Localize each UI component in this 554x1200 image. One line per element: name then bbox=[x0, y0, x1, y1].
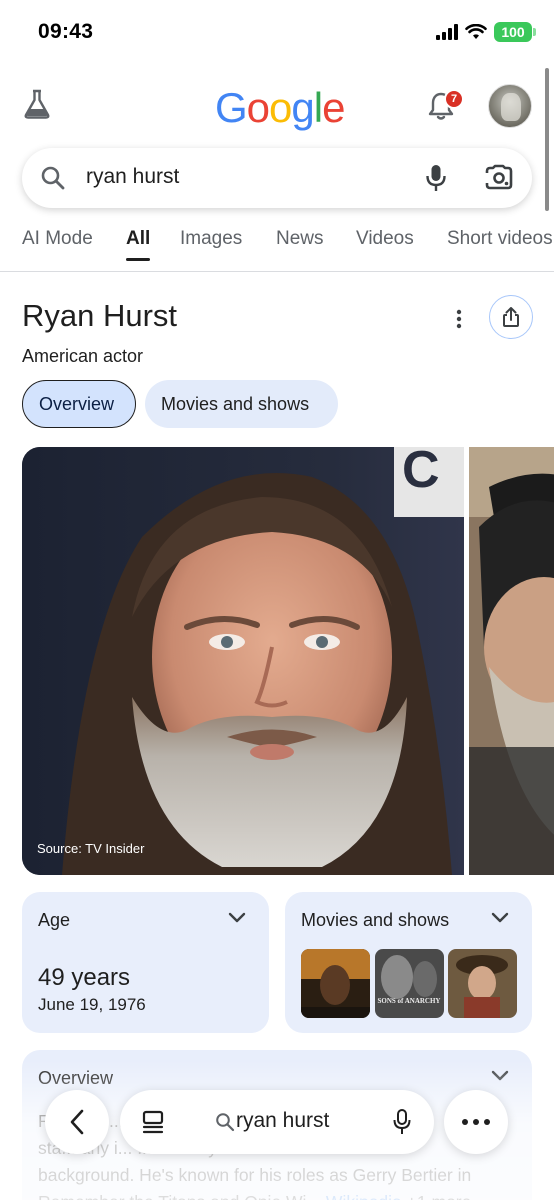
overview-line-with-links: Remember the Titans and Opie Wi... Wikip… bbox=[38, 1189, 518, 1200]
portrait-illustration: C bbox=[22, 447, 464, 875]
chevron-down-icon bbox=[491, 912, 509, 923]
more-sources-link[interactable]: +1 more bbox=[407, 1192, 472, 1200]
google-logo[interactable]: Google bbox=[215, 84, 345, 132]
voice-search-mic-icon[interactable] bbox=[392, 1108, 412, 1136]
movie-poster[interactable] bbox=[448, 949, 517, 1018]
more-options-icon[interactable] bbox=[449, 306, 469, 332]
poster-caption: SONS of ANARCHY bbox=[377, 997, 440, 1005]
age-label: Age bbox=[38, 910, 71, 930]
labs-flask-icon[interactable] bbox=[22, 88, 52, 120]
movies-and-shows-card[interactable]: Movies and shows SONS of ANARCHY bbox=[285, 892, 532, 1033]
chip-overview[interactable]: Overview bbox=[22, 380, 136, 428]
search-bar[interactable]: ryan hurst bbox=[22, 148, 532, 208]
search-icon bbox=[216, 1113, 235, 1132]
overview-line: Remember the Titans and Opie Wi... bbox=[38, 1192, 321, 1200]
poster-image bbox=[448, 949, 517, 1018]
wifi-icon bbox=[465, 24, 487, 39]
cellular-signal-icon bbox=[436, 24, 458, 40]
poster-image bbox=[301, 949, 370, 1018]
tab-news[interactable]: News bbox=[276, 228, 324, 250]
bottom-search-pill[interactable]: ryan hurst bbox=[120, 1090, 434, 1154]
movie-poster[interactable]: SONS of ANARCHY bbox=[375, 949, 444, 1018]
svg-text:C: C bbox=[402, 447, 440, 499]
logo-letter: o bbox=[246, 84, 270, 131]
tabs-overview-icon[interactable] bbox=[140, 1109, 166, 1135]
tab-all[interactable]: All bbox=[126, 228, 151, 261]
logo-letter: o bbox=[269, 84, 292, 131]
more-menu-button[interactable] bbox=[444, 1090, 508, 1154]
back-button[interactable] bbox=[45, 1090, 109, 1154]
birth-date: June 19, 1976 bbox=[38, 995, 146, 1014]
status-time: 09:43 bbox=[38, 20, 94, 43]
chevron-down-icon bbox=[228, 912, 246, 923]
entity-title: Ryan Hurst bbox=[22, 298, 178, 333]
voice-search-mic-icon[interactable] bbox=[424, 163, 448, 193]
logo-letter: g bbox=[291, 84, 314, 131]
battery-indicator: 100 bbox=[494, 22, 536, 42]
entity-photo-main[interactable]: C bbox=[22, 447, 464, 875]
app-header: Google 7 bbox=[0, 76, 554, 138]
chevron-left-icon bbox=[70, 1109, 84, 1135]
age-card[interactable]: Age 49 years June 19, 1976 bbox=[22, 892, 269, 1033]
tab-videos[interactable]: Videos bbox=[356, 228, 414, 250]
logo-letter: l bbox=[313, 84, 323, 131]
search-input[interactable]: ryan hurst bbox=[86, 165, 179, 189]
tab-short-videos[interactable]: Short videos bbox=[447, 228, 553, 250]
profile-avatar[interactable] bbox=[488, 84, 532, 128]
chip-movies-and-shows[interactable]: Movies and shows bbox=[145, 380, 338, 428]
wikipedia-link[interactable]: Wikipedia bbox=[326, 1192, 402, 1200]
notification-badge: 7 bbox=[444, 89, 464, 109]
entity-subtitle: American actor bbox=[22, 346, 144, 366]
age-value: 49 years bbox=[38, 964, 131, 991]
entity-photo-secondary[interactable] bbox=[469, 447, 554, 875]
chevron-down-icon bbox=[491, 1070, 509, 1081]
image-source-label: Source: TV Insider bbox=[37, 841, 145, 856]
more-horizontal-icon bbox=[462, 1119, 490, 1125]
search-tabs: AI Mode All Images News Videos Short vid… bbox=[0, 226, 554, 272]
bottom-search-query[interactable]: ryan hurst bbox=[236, 1109, 329, 1133]
tab-ai-mode[interactable]: AI Mode bbox=[22, 228, 93, 250]
google-lens-icon[interactable] bbox=[484, 164, 514, 192]
logo-letter: e bbox=[322, 84, 345, 131]
share-button[interactable] bbox=[489, 295, 533, 339]
tab-images[interactable]: Images bbox=[180, 228, 242, 250]
search-icon bbox=[41, 166, 65, 190]
movie-poster[interactable] bbox=[301, 949, 370, 1018]
portrait-illustration bbox=[469, 447, 554, 875]
poster-image: SONS of ANARCHY bbox=[375, 949, 444, 1018]
overview-line: background. He's known for his roles as … bbox=[38, 1165, 472, 1185]
overview-label: Overview bbox=[38, 1068, 114, 1088]
logo-letter: G bbox=[215, 84, 248, 131]
status-bar: 09:43 100 bbox=[0, 0, 554, 66]
movies-label: Movies and shows bbox=[301, 910, 450, 930]
status-indicators: 100 bbox=[436, 22, 536, 42]
share-icon bbox=[503, 307, 519, 327]
